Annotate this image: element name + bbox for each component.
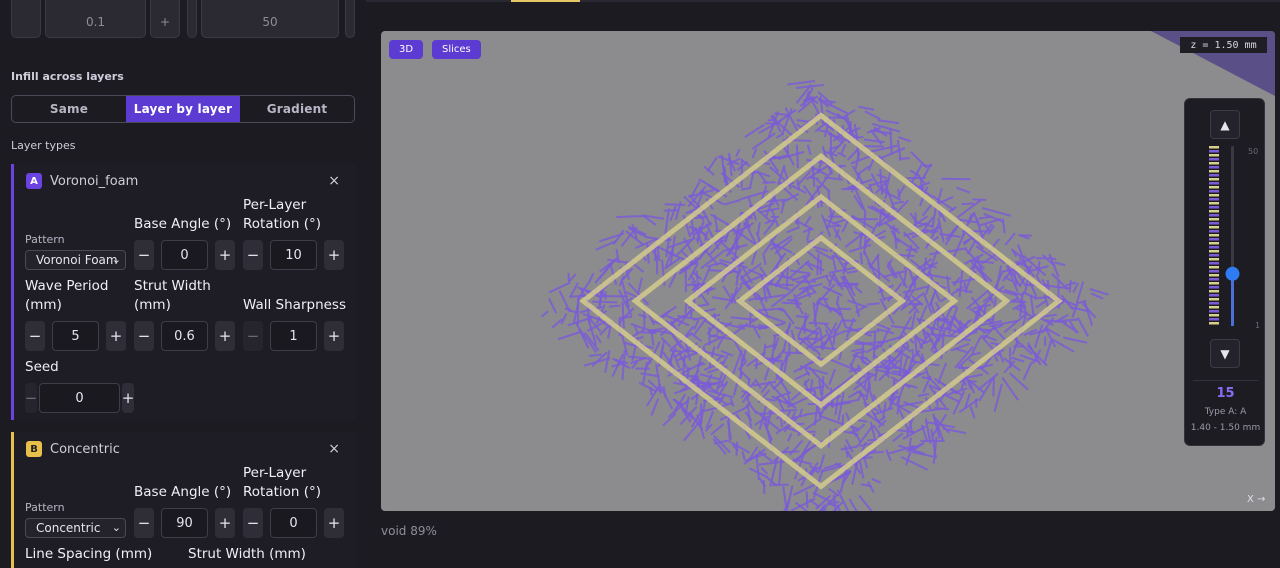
per-layer-label: Per-Layer — [243, 465, 307, 481]
stub-value-field[interactable]: 0.1 — [45, 0, 146, 38]
per-layer-rotation-stepper: − 0 + — [243, 508, 344, 538]
rotation-label: Rotation (°) — [243, 484, 322, 500]
layer-type-card-a: A Voronoi_foam × Base Angle (°) Per-Laye… — [11, 164, 356, 420]
plus-button[interactable]: + — [122, 383, 134, 413]
stub-plus-button[interactable]: + — [150, 0, 180, 38]
minus-button[interactable]: − — [25, 383, 37, 413]
base-angle-label: Base Angle (°) — [134, 216, 232, 232]
base-angle-input[interactable]: 0 — [161, 240, 208, 270]
plus-button[interactable]: + — [324, 240, 344, 270]
infill-mode-selector: Same Layer by layer Gradient — [11, 95, 355, 123]
minus-button[interactable]: − — [243, 240, 263, 270]
base-angle-stepper: − 0 + — [134, 240, 235, 270]
minus-button[interactable]: − — [134, 321, 154, 351]
per-layer-rotation-input[interactable]: 10 — [270, 240, 317, 270]
top-controls-stub: 0.1 + 50 — [0, 0, 366, 40]
wave-period-stepper: − 5 + — [25, 321, 126, 351]
plus-button[interactable]: + — [324, 508, 344, 538]
pattern-select-value: Concentric — [36, 521, 101, 535]
stub-minus-button[interactable] — [11, 0, 41, 38]
card-a-header: A Voronoi_foam — [26, 173, 138, 189]
minus-button[interactable]: − — [243, 321, 263, 351]
slider-max-label: 50 — [1248, 147, 1259, 156]
layer-slider-panel: ▲ 50 1 ▼ 15 Type A: A 1.40 - 1.50 mm — [1184, 98, 1265, 446]
active-tab-indicator — [511, 0, 580, 2]
strut-width-unit-label: (mm) — [134, 297, 171, 313]
layer-down-button[interactable]: ▼ — [1210, 339, 1240, 368]
divider — [1193, 380, 1258, 381]
layer-badge-a: A — [26, 173, 42, 189]
base-angle-stepper: − 90 + — [134, 508, 235, 538]
strut-width-stepper: − 0.6 + — [134, 321, 235, 351]
wall-sharpness-input[interactable]: 1 — [270, 321, 317, 351]
stub-divider — [187, 0, 197, 38]
wave-period-unit-label: (mm) — [25, 297, 62, 313]
layer-slider[interactable] — [1185, 144, 1266, 344]
chevron-down-icon: ⌄ — [111, 253, 121, 266]
view-slices-button[interactable]: Slices — [432, 40, 481, 59]
plus-button[interactable]: + — [215, 508, 235, 538]
strut-width-input[interactable]: 0.6 — [161, 321, 208, 351]
plus-button[interactable]: + — [215, 321, 235, 351]
current-layer-number: 15 — [1216, 386, 1235, 401]
plus-button[interactable]: + — [215, 240, 235, 270]
layer-badge-b: B — [26, 441, 42, 457]
close-icon[interactable]: × — [328, 173, 340, 189]
tab-layer-by-layer[interactable]: Layer by layer — [126, 96, 240, 122]
pattern-select-value: Voronoi Foam — [36, 253, 118, 267]
void-percentage: void 89% — [381, 524, 437, 538]
wave-period-label: Wave Period — [25, 278, 109, 294]
infill-label: Infill across layers — [11, 70, 124, 83]
pattern-label: Pattern — [25, 233, 65, 246]
slider-thumb[interactable] — [1225, 266, 1240, 281]
line-spacing-label: Line Spacing (mm) — [25, 546, 153, 562]
minus-button[interactable]: − — [243, 508, 263, 538]
wall-sharpness-label: Wall Sharpness — [243, 297, 346, 313]
rotation-label: Rotation (°) — [243, 216, 322, 232]
pattern-label: Pattern — [25, 501, 65, 514]
per-layer-rotation-stepper: − 10 + — [243, 240, 344, 270]
per-layer-rotation-input[interactable]: 0 — [270, 508, 317, 538]
infill-preview-render — [541, 31, 1275, 511]
layer-type-text: Type A: A — [1204, 407, 1247, 417]
tab-same[interactable]: Same — [12, 96, 126, 122]
view-3d-button[interactable]: 3D — [389, 40, 424, 59]
seed-input[interactable]: 0 — [39, 383, 120, 413]
3d-viewport[interactable]: 3D Slices — [381, 31, 1275, 511]
plus-button[interactable]: + — [324, 321, 344, 351]
sidebar: 0.1 + 50 Infill across layers Same Layer… — [0, 0, 366, 568]
voronoi-foam-struts — [541, 80, 1109, 511]
slider-min-label: 1 — [1255, 321, 1261, 330]
strut-width-label: Strut Width — [134, 278, 211, 294]
layer-name-a[interactable]: Voronoi_foam — [50, 174, 138, 189]
wall-sharpness-stepper: − 1 + — [243, 321, 344, 351]
base-angle-label: Base Angle (°) — [134, 484, 232, 500]
chevron-down-icon: ⌄ — [111, 521, 121, 534]
card-b-header: B Concentric — [26, 441, 120, 457]
minus-button[interactable]: − — [25, 321, 45, 351]
base-angle-input[interactable]: 90 — [161, 508, 208, 538]
layer-type-card-b: B Concentric × Base Angle (°) Per-Layer … — [11, 432, 356, 568]
tab-gradient[interactable]: Gradient — [240, 96, 354, 122]
layer-range-text: 1.40 - 1.50 mm — [1190, 423, 1261, 433]
seed-label: Seed — [25, 359, 59, 375]
plus-button[interactable]: + — [106, 321, 126, 351]
close-icon[interactable]: × — [328, 441, 340, 457]
x-axis-indicator: X → — [1247, 494, 1266, 505]
layer-name-b[interactable]: Concentric — [50, 442, 120, 457]
pattern-select[interactable]: Voronoi Foam ⌄ — [25, 250, 126, 270]
per-layer-label: Per-Layer — [243, 197, 307, 213]
layer-up-button[interactable]: ▲ — [1210, 110, 1240, 139]
seed-stepper: − 0 + — [25, 383, 134, 413]
wave-period-input[interactable]: 5 — [52, 321, 99, 351]
pattern-select[interactable]: Concentric ⌄ — [25, 518, 126, 538]
z-height-readout: z = 1.50 mm — [1180, 37, 1267, 53]
layer-types-label: Layer types — [11, 139, 76, 152]
stub-value-field-2[interactable]: 50 — [201, 0, 339, 38]
stub-plus-button-2[interactable] — [345, 0, 355, 38]
minus-button[interactable]: − — [134, 508, 154, 538]
minus-button[interactable]: − — [134, 240, 154, 270]
strut-width-label: Strut Width (mm) — [188, 546, 306, 562]
